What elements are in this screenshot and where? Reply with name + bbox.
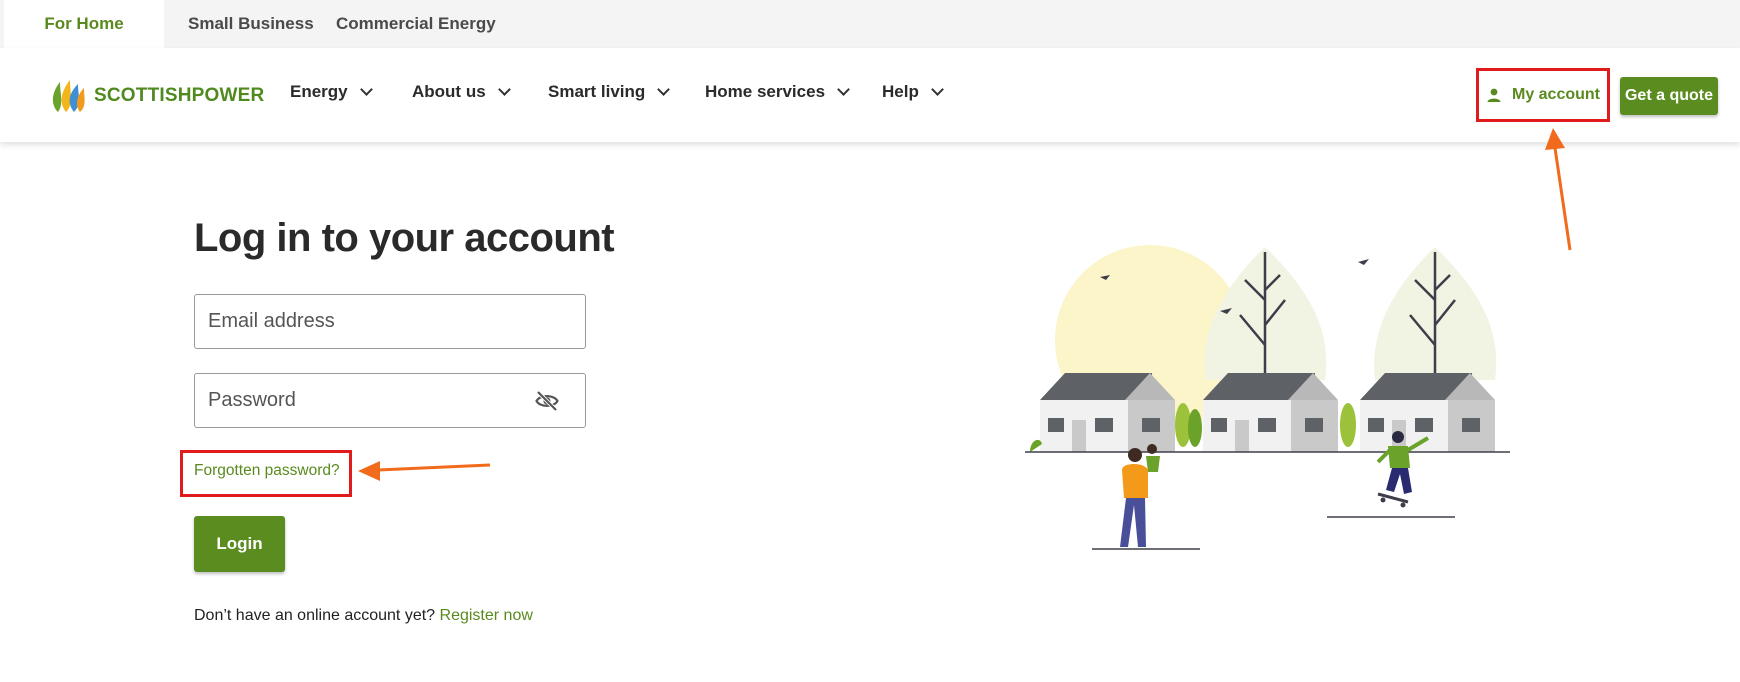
homes-illustration bbox=[1025, 245, 1510, 550]
